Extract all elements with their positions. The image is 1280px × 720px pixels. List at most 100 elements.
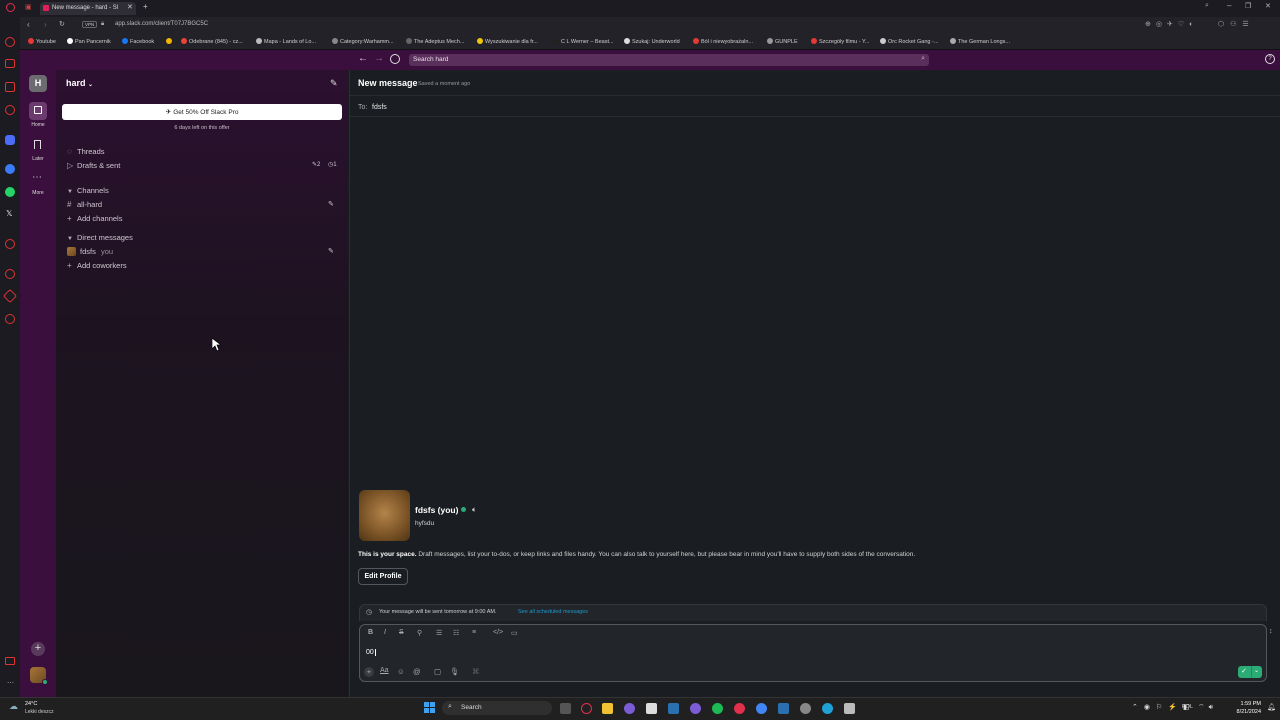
language-indicator[interactable]: POL (1182, 704, 1193, 710)
weather-icon[interactable]: ☁ (9, 701, 18, 712)
search-input[interactable]: Search hard ⌕ (409, 54, 929, 66)
x-twitter-icon[interactable]: 𝕏 (6, 209, 12, 218)
speed-dial-icon[interactable] (5, 37, 15, 47)
message-input[interactable]: 00 (366, 649, 376, 656)
close-window-icon[interactable]: ✕ (1265, 2, 1271, 10)
history-forward-icon[interactable]: → (374, 53, 384, 64)
later-icon[interactable] (34, 140, 41, 149)
opera-taskbar-icon[interactable] (581, 703, 592, 714)
extensions-icon[interactable]: ⬡⚇☰ (1218, 20, 1255, 28)
mention-icon[interactable]: @ (413, 667, 421, 676)
user-avatar[interactable] (30, 667, 48, 685)
emoji-icon[interactable]: ☺ (397, 667, 405, 676)
more-sidebar-icon[interactable]: ⋯ (7, 679, 14, 687)
bookmark-item[interactable]: Pan Pancernik (67, 38, 111, 45)
bookmark-item[interactable]: The German Longs... (950, 38, 1010, 45)
search-tabs-icon[interactable]: ⌕ (1205, 2, 1209, 10)
microphone-icon[interactable]: 🎙︎ (450, 667, 460, 676)
back-icon[interactable]: ‹ (27, 20, 30, 29)
expand-composer-icon[interactable]: ↕ (1269, 628, 1273, 635)
address-bar-tools-icon[interactable]: ⊕◎✈♡◐ (1145, 20, 1198, 28)
tab-close-icon[interactable]: ✕ (127, 3, 133, 11)
dm-section-header[interactable]: ▼ Direct messages (67, 233, 133, 242)
blockquote-icon[interactable]: ≡ (472, 629, 476, 636)
bookmark-item[interactable]: GUNPLE (767, 38, 798, 45)
bookmark-item[interactable]: Ból i niewyobrażaln... (693, 38, 753, 45)
workspaces-icon[interactable]: ▣ (25, 3, 32, 11)
ordered-list-icon[interactable]: ☰ (436, 629, 442, 637)
send-check-icon[interactable]: ✓ (1241, 667, 1247, 675)
workspace-switcher[interactable]: H (29, 75, 47, 92)
app-icon-2[interactable] (734, 703, 745, 714)
chrome-icon[interactable] (756, 703, 767, 714)
sidebar-item-threads[interactable]: ◌ Threads (67, 147, 105, 156)
app-icon-3[interactable] (800, 703, 811, 714)
sidebar-item-all-hard[interactable]: # all-hard (67, 200, 102, 209)
app-icon-4[interactable] (844, 703, 855, 714)
messenger-taskbar-icon[interactable] (690, 703, 701, 714)
text-format-button[interactable]: Aa (380, 667, 389, 674)
forward-icon[interactable]: › (44, 20, 47, 29)
player-icon[interactable] (5, 239, 15, 249)
spotify-icon[interactable] (712, 703, 723, 714)
minimize-window-icon[interactable]: – (1227, 1, 1231, 10)
profile-name[interactable]: fdsfs (you) (415, 505, 458, 515)
promo-button[interactable]: ✈ Get 50% Off Slack Pro (62, 104, 342, 120)
bookmark-item[interactable]: C L Werner – Beast... (553, 38, 614, 45)
settings-icon[interactable] (5, 314, 15, 324)
bookmark-item[interactable]: Wyszukiwanie dla fr... (477, 38, 538, 45)
maximize-window-icon[interactable]: ❐ (1245, 2, 1251, 10)
bookmark-item[interactable]: Orc Rocket Gang -... (880, 38, 938, 45)
bookmark-item[interactable]: Facebook (122, 38, 154, 45)
home-button[interactable] (29, 102, 47, 120)
new-tab-button[interactable]: + (143, 2, 148, 11)
sidebar-item-drafts[interactable]: ▷ Drafts & sent ✎2 ◷1 (67, 161, 339, 170)
opera-logo-icon[interactable] (6, 3, 15, 12)
strikethrough-icon[interactable]: S (399, 629, 404, 636)
reload-icon[interactable]: ↻ (59, 20, 65, 28)
clock-time[interactable]: 1:59 PM (1231, 701, 1261, 707)
bulleted-list-icon[interactable]: ☷ (453, 629, 459, 637)
more-icon[interactable]: ⋯ (32, 172, 42, 183)
help-icon[interactable]: ? (1265, 54, 1275, 64)
recipient-field[interactable]: fdsfs (372, 104, 387, 111)
url-field[interactable]: app.slack.com/client/T07J7BGC5C (115, 21, 208, 27)
bookmark-item[interactable]: Category:Warhamm... (332, 38, 394, 45)
task-view-icon[interactable] (560, 703, 571, 714)
bookmark-item[interactable]: Mapa - Lands of Lo... (256, 38, 316, 45)
channels-section-header[interactable]: ▼ Channels (67, 186, 109, 195)
code-icon[interactable]: </> (493, 629, 503, 636)
schedule-dropdown-icon[interactable]: ⌄ (1254, 667, 1259, 674)
bookmark-item[interactable] (166, 38, 174, 45)
notifications-icon[interactable]: 🔔︎ (1267, 703, 1276, 711)
start-button[interactable] (424, 702, 435, 713)
messenger-icon[interactable] (5, 164, 15, 174)
clock-icon[interactable] (5, 269, 15, 279)
steam-icon-2[interactable] (778, 703, 789, 714)
speaker-icon[interactable]: 🔈︎ (472, 505, 477, 515)
store-icon[interactable] (646, 703, 657, 714)
shortcuts-icon[interactable]: ⌘ (472, 667, 480, 676)
discord-icon[interactable] (5, 135, 15, 145)
add-channels-button[interactable]: + Add channels (67, 214, 122, 223)
compose-icon[interactable]: ✎ (330, 78, 338, 89)
sidebar-item-dm-fdsfs[interactable]: fdsfs you (67, 247, 113, 256)
bold-icon[interactable]: B (368, 629, 373, 636)
edge-icon[interactable] (822, 703, 833, 714)
network-volume-icon[interactable]: ⌔🔊︎ (1198, 703, 1217, 712)
attach-plus-icon[interactable]: + (364, 667, 374, 677)
link-icon[interactable]: ⚲ (417, 629, 422, 637)
history-icon[interactable] (5, 105, 15, 115)
history-clock-icon[interactable] (390, 54, 400, 64)
tab-new-message[interactable]: New message - hard - Sl (40, 2, 136, 15)
bookmark-item[interactable]: Odebrane (845) - cz... (181, 38, 243, 45)
history-back-icon[interactable]: ← (358, 53, 368, 64)
see-scheduled-link[interactable]: See all scheduled messages (518, 609, 588, 615)
code-block-icon[interactable]: ▭ (511, 629, 518, 637)
video-icon[interactable]: ▢ (434, 667, 441, 676)
bookmark-item[interactable]: Szczegóły filmu - Y... (811, 38, 870, 45)
cube-icon[interactable] (2, 288, 18, 304)
bookmark-item[interactable]: The Adeptus Mech... (406, 38, 464, 45)
bookmark-item[interactable]: Szukaj: Underworld (624, 38, 680, 45)
wallet-icon[interactable] (5, 657, 15, 665)
